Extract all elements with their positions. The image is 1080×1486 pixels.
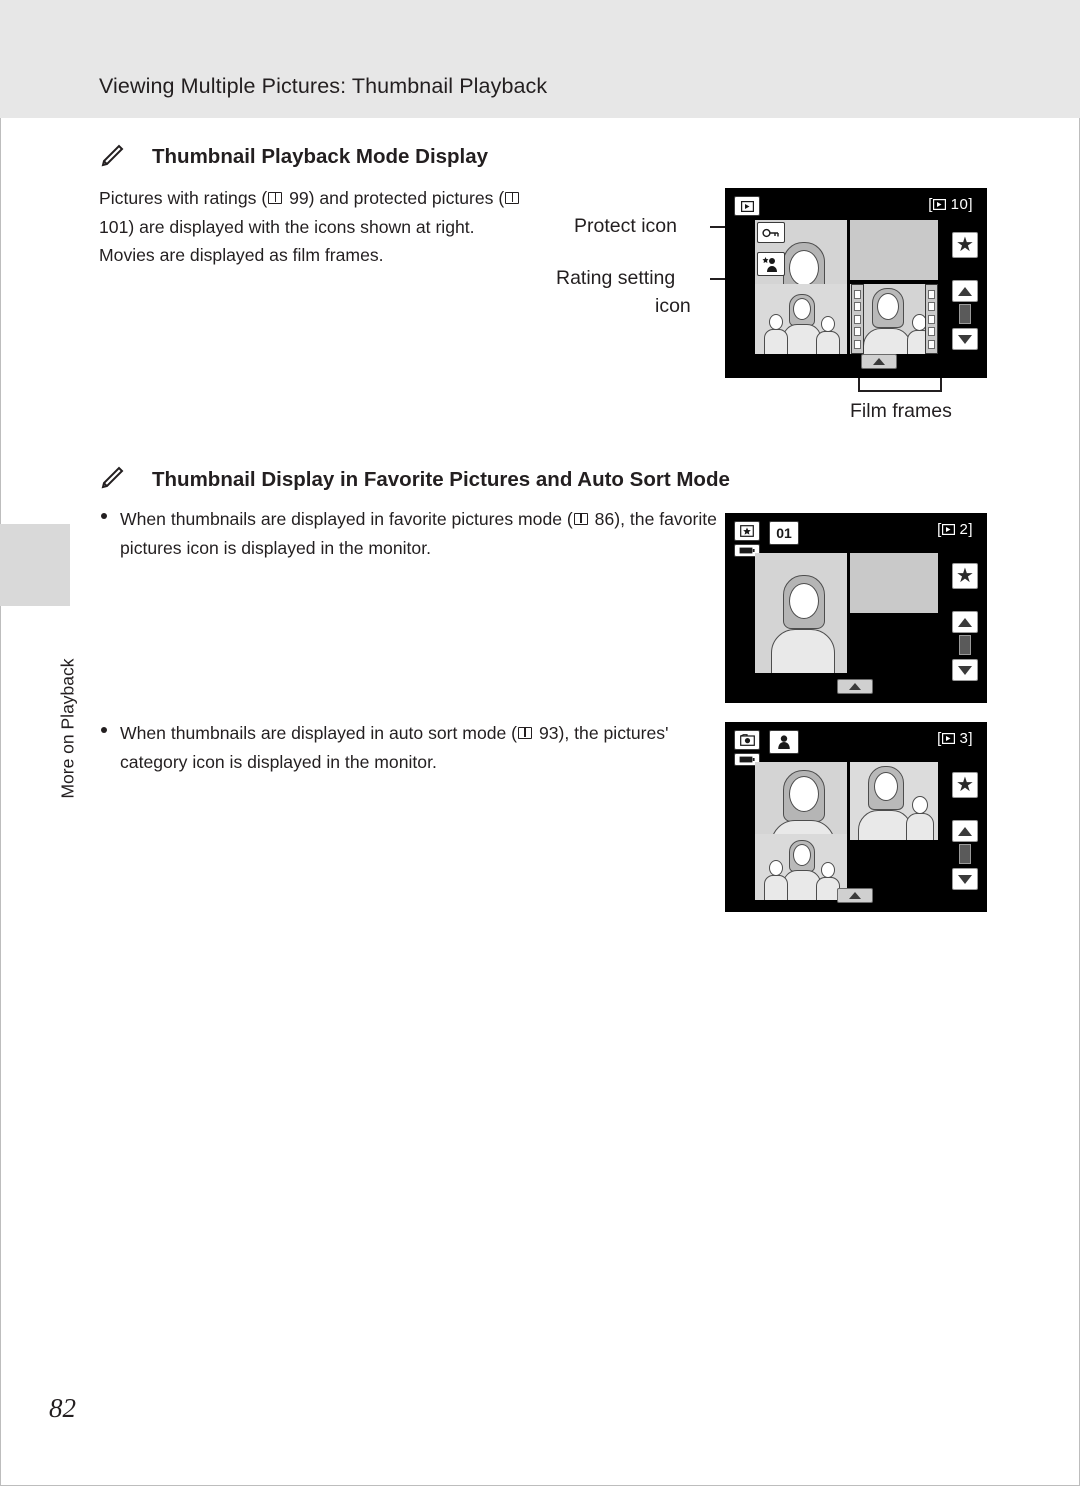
thumbnail-portrait-2[interactable] bbox=[755, 553, 847, 673]
scroll-down-icon-3[interactable] bbox=[952, 868, 978, 890]
rating-star-person-icon bbox=[757, 252, 785, 276]
bullet-2-ref: 93 bbox=[538, 723, 559, 743]
favorite-pictures-icon bbox=[734, 521, 760, 541]
frame-counter-value-2: 2 bbox=[959, 521, 969, 538]
scrollbar-track-3[interactable] bbox=[959, 844, 971, 864]
bullet-1-ref: 86 bbox=[594, 509, 615, 529]
paragraph-line-1: Pictures with ratings ( bbox=[99, 188, 268, 208]
page-up-icon-2[interactable] bbox=[837, 679, 873, 694]
book-reference-icon-2 bbox=[505, 192, 520, 205]
thumbnail-mother-child[interactable] bbox=[850, 762, 938, 840]
leader-line-film-bottom bbox=[858, 390, 942, 392]
bullet-auto-sort: When thumbnails are displayed in auto so… bbox=[120, 719, 720, 776]
book-reference-icon-3 bbox=[573, 513, 589, 526]
frame-counter: [ 10] bbox=[928, 196, 973, 213]
frame-counter-favorite: [ 2] bbox=[937, 521, 973, 538]
bullet-1-line1-b: ), bbox=[614, 509, 625, 529]
rating-setting-icon-label-line2: icon bbox=[655, 295, 691, 317]
paragraph-line-2: 99) and protected bbox=[289, 188, 427, 208]
bullet-1-line1-a: When thumbnails are displayed in favorit… bbox=[120, 509, 573, 529]
frame-counter-value: 10 bbox=[950, 196, 969, 213]
paragraph-line-3: pictures ( bbox=[431, 188, 505, 208]
thumbnail-family-2[interactable] bbox=[755, 834, 847, 900]
film-frames-label: Film frames bbox=[850, 400, 952, 422]
album-number-badge: 01 bbox=[769, 521, 799, 545]
side-tab-label: More on Playback bbox=[57, 658, 78, 799]
star-favorite-icon[interactable]: ★ bbox=[952, 232, 978, 258]
star-favorite-icon-2[interactable]: ★ bbox=[952, 563, 978, 589]
pencil-note-icon-2 bbox=[100, 465, 126, 491]
scroll-down-icon[interactable] bbox=[952, 328, 978, 350]
scroll-up-icon-2[interactable] bbox=[952, 611, 978, 633]
rating-setting-icon-label: Rating setting bbox=[556, 267, 676, 289]
favorite-pictures-monitor[interactable]: 01 [ 2] ★ bbox=[725, 513, 987, 703]
bullet-favorite-pictures: When thumbnails are displayed in favorit… bbox=[120, 505, 720, 562]
auto-sort-monitor[interactable]: [ 3] ★ bbox=[725, 722, 987, 912]
bullet-2-line1-b: ), the bbox=[558, 723, 599, 743]
section-1-paragraph: Pictures with ratings ( 99) and protecte… bbox=[99, 184, 529, 270]
page-header-band bbox=[0, 0, 1080, 118]
protect-icon-label: Protect icon bbox=[574, 215, 677, 237]
scrollbar-track-2[interactable] bbox=[959, 635, 971, 655]
frame-counter-value-3: 3 bbox=[959, 730, 969, 747]
playback-icon bbox=[734, 196, 760, 216]
key-protect-icon bbox=[757, 222, 785, 243]
thumbnail-portrait-3[interactable] bbox=[755, 762, 847, 840]
scroll-up-icon-3[interactable] bbox=[952, 820, 978, 842]
frame-counter-suffix-3: ] bbox=[968, 730, 973, 747]
frame-counter-autosort: [ 3] bbox=[937, 730, 973, 747]
film-frame-right bbox=[925, 284, 938, 354]
thumbnail-flowers[interactable] bbox=[850, 220, 938, 280]
star-favorite-icon-3[interactable]: ★ bbox=[952, 772, 978, 798]
frame-counter-suffix-2: ] bbox=[968, 521, 973, 538]
side-tab-marker bbox=[0, 524, 70, 606]
pencil-note-icon bbox=[100, 143, 126, 169]
bullet-2-line1-a: When thumbnails are displayed in auto so… bbox=[120, 723, 518, 743]
bullet-marker-2 bbox=[101, 727, 107, 733]
auto-sort-icon bbox=[734, 730, 760, 750]
bullet-marker-1 bbox=[101, 513, 107, 519]
portrait-category-icon bbox=[769, 730, 799, 754]
page-number: 82 bbox=[49, 1393, 76, 1423]
film-frame-left bbox=[851, 284, 864, 354]
page-up-icon-3[interactable] bbox=[837, 888, 873, 903]
page-up-icon[interactable] bbox=[861, 354, 897, 369]
book-reference-icon bbox=[268, 192, 283, 205]
paragraph-line-4: 101) are displayed with the icons bbox=[99, 216, 356, 237]
scroll-up-icon[interactable] bbox=[952, 280, 978, 302]
book-reference-icon-4 bbox=[518, 727, 533, 740]
thumbnail-flowers-2[interactable] bbox=[850, 553, 938, 613]
frame-counter-suffix: ] bbox=[968, 196, 973, 213]
thumbnail-playback-monitor[interactable]: [ 10] ★ bbox=[725, 188, 987, 378]
scrollbar-track[interactable] bbox=[959, 304, 971, 324]
thumbnail-family[interactable] bbox=[755, 284, 847, 354]
section-heading-thumbnail-playback-mode-display: Thumbnail Playback Mode Display bbox=[152, 145, 489, 168]
paragraph-line-6: frames. bbox=[324, 245, 384, 265]
page-header-title: Viewing Multiple Pictures: Thumbnail Pla… bbox=[99, 74, 548, 98]
section-heading-thumbnail-display-favorite-auto-sort: Thumbnail Display in Favorite Pictures a… bbox=[152, 468, 730, 491]
scroll-down-icon-2[interactable] bbox=[952, 659, 978, 681]
